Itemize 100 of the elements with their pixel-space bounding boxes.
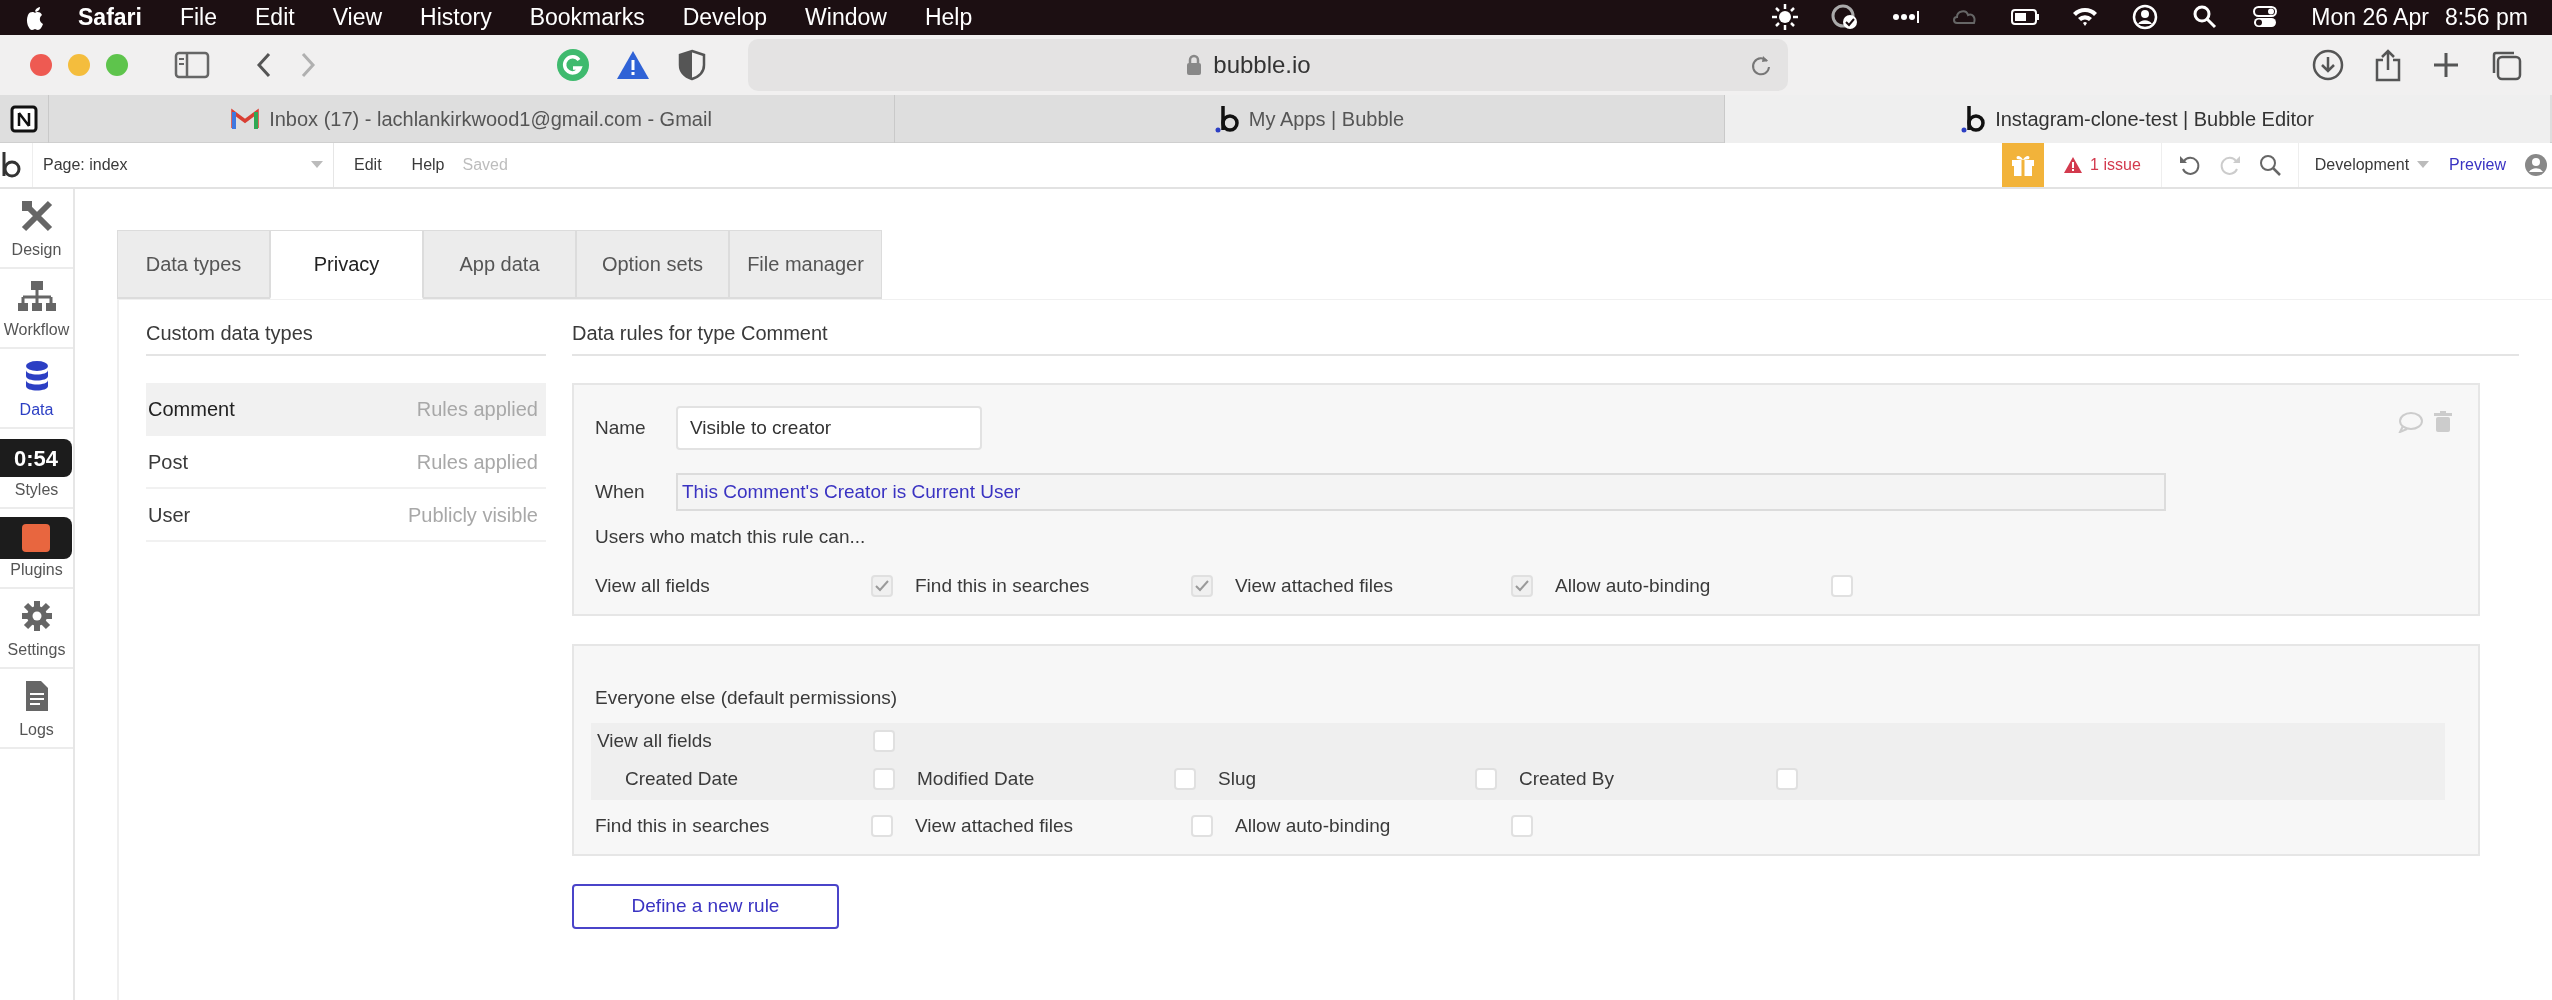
permission-label: Allow auto-binding xyxy=(1555,573,1712,598)
permission-label: Allow auto-binding xyxy=(1235,813,1392,838)
app-menu[interactable]: Safari xyxy=(78,0,142,35)
sidebar-item[interactable]: Workflow xyxy=(3,318,70,342)
data-type-name: User xyxy=(148,502,191,528)
checkbox[interactable] xyxy=(1776,768,1798,791)
avatar-icon[interactable] xyxy=(2524,153,2548,177)
menubar-time: 8:56 pm xyxy=(2444,3,2528,32)
close-window-button[interactable] xyxy=(30,53,52,76)
gift-button[interactable] xyxy=(2002,143,2045,187)
tab[interactable]: Privacy xyxy=(270,230,423,299)
checkbox[interactable] xyxy=(1511,574,1533,597)
check-circle-icon[interactable] xyxy=(1831,3,1860,32)
lock-icon xyxy=(1185,52,1204,77)
sidebar-item[interactable]: Design xyxy=(11,238,62,262)
menu-item[interactable]: Help xyxy=(411,153,445,177)
sidebar-item[interactable]: Plugins xyxy=(10,558,63,582)
bubble-logo-icon xyxy=(1214,104,1241,134)
permission-label: Created Date xyxy=(624,767,739,791)
permission-label: View all fields xyxy=(597,728,713,753)
extension-icon[interactable] xyxy=(556,47,590,82)
rule-status: Publicly visible xyxy=(407,502,538,528)
checkbox[interactable] xyxy=(1831,574,1853,597)
menu-item[interactable]: Window xyxy=(805,0,887,35)
menu-item[interactable]: Edit xyxy=(354,153,382,177)
rule-status: Rules applied xyxy=(416,449,538,475)
menu-item[interactable]: Edit xyxy=(255,0,295,35)
menubar-date: Mon 26 Apr xyxy=(2311,3,2429,32)
plus-icon[interactable] xyxy=(2432,50,2460,79)
address-bar[interactable]: bubble.io xyxy=(748,38,1788,91)
data-type-name: Comment xyxy=(148,396,235,422)
checkbox[interactable] xyxy=(1191,814,1213,837)
notion-icon[interactable] xyxy=(9,103,39,134)
define-rule-button[interactable]: Define a new rule xyxy=(572,884,839,929)
database-icon xyxy=(23,360,50,392)
permission-label: View all fields xyxy=(595,573,711,598)
menu-item[interactable]: History xyxy=(420,0,492,35)
bubble-logo-icon xyxy=(1961,104,1988,134)
data-type-row[interactable]: Comment Rules applied xyxy=(146,383,546,436)
permission-label: Find this in searches xyxy=(915,573,1091,598)
checkbox[interactable] xyxy=(1174,768,1196,791)
permission-label: View attached files xyxy=(915,813,1075,838)
brightness-icon[interactable] xyxy=(1771,3,1800,32)
checkbox[interactable] xyxy=(1475,768,1497,791)
sidebar-icon[interactable] xyxy=(174,49,210,80)
logo-icon xyxy=(24,4,46,31)
gear-icon xyxy=(19,599,54,633)
rule-status: Rules applied xyxy=(416,396,538,422)
permission-label: Slug xyxy=(1218,767,1258,791)
menu-item[interactable]: Help xyxy=(924,0,973,35)
menu-item[interactable]: File xyxy=(179,0,217,35)
url-text: bubble.io xyxy=(1213,49,1311,80)
forward-icon[interactable] xyxy=(300,50,316,79)
data-type-row[interactable]: User Publicly visible xyxy=(146,489,546,542)
undo-icon[interactable] xyxy=(2177,153,2202,177)
permission-label: Find this in searches xyxy=(595,813,771,838)
tab[interactable]: App data xyxy=(423,230,576,299)
recording-timer: 0:54 xyxy=(0,439,72,477)
check-icon xyxy=(875,579,889,592)
checkbox[interactable] xyxy=(1511,814,1533,837)
document-icon xyxy=(24,680,49,712)
page-dropdown[interactable]: Page: index xyxy=(32,143,334,187)
check-icon xyxy=(1515,579,1529,592)
preview-link[interactable]: Preview xyxy=(2449,153,2506,177)
condition-field[interactable]: This Comment's Creator is Current User xyxy=(676,473,2166,511)
checkbox[interactable] xyxy=(873,729,895,752)
rule-name-field[interactable]: Visible to creator xyxy=(676,406,982,450)
shield-icon[interactable] xyxy=(678,48,706,81)
field-label: When xyxy=(595,479,646,504)
sidebar-item[interactable]: Settings xyxy=(7,638,66,662)
checkbox[interactable] xyxy=(871,574,893,597)
check-icon xyxy=(1195,579,1209,592)
menu-item[interactable]: Develop xyxy=(682,0,768,35)
menu-item[interactable]: View xyxy=(332,0,383,35)
checkbox[interactable] xyxy=(1191,574,1213,597)
user-icon[interactable] xyxy=(2131,3,2160,32)
sidebar-item[interactable]: Logs xyxy=(19,718,54,742)
zoom-window-button[interactable] xyxy=(106,53,128,76)
caret-icon xyxy=(2417,161,2430,169)
sitemap-icon xyxy=(16,279,57,313)
issues-button[interactable]: 1 issue xyxy=(2044,143,2162,187)
browser-tab[interactable]: Instagram-clone-test | Bubble Editor xyxy=(1724,95,2550,143)
tab[interactable]: File manager xyxy=(729,230,882,299)
permission-label: Created By xyxy=(1519,767,1616,791)
tab[interactable]: Option sets xyxy=(576,230,729,299)
checkbox[interactable] xyxy=(873,768,895,791)
data-type-row[interactable]: Post Rules applied xyxy=(146,436,546,489)
sidebar-item[interactable]: Data xyxy=(19,398,54,422)
tab[interactable]: Data types xyxy=(117,230,270,299)
back-icon[interactable] xyxy=(256,50,272,79)
stop-recording-button[interactable] xyxy=(0,517,72,559)
field-label: Name xyxy=(595,415,647,440)
tools-icon xyxy=(19,199,54,233)
menu-item[interactable]: Bookmarks xyxy=(529,0,645,35)
panel-title: Data rules for type Comment xyxy=(572,322,828,344)
download-icon[interactable] xyxy=(2312,48,2344,81)
checkbox[interactable] xyxy=(871,814,893,837)
share-icon[interactable] xyxy=(2374,47,2402,82)
sidebar-item[interactable]: Styles xyxy=(14,478,59,502)
mode-dropdown[interactable]: Development xyxy=(2297,143,2446,187)
